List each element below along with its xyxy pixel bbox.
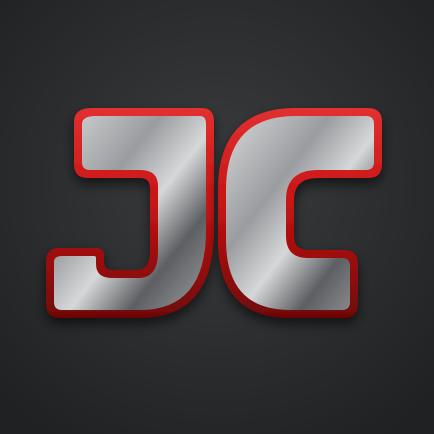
jc-logo [0, 0, 434, 434]
app-icon [0, 0, 434, 434]
background [0, 0, 434, 434]
